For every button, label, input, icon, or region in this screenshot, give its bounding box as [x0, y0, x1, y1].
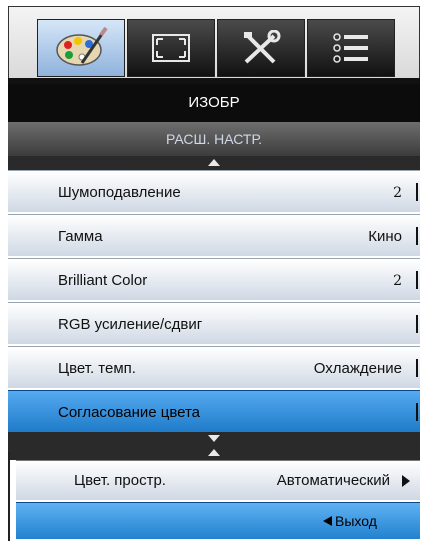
menu-item-value: Охлаждение [313, 360, 402, 377]
submenu-item-value: Автоматический [276, 472, 390, 489]
submenu-item-color-space[interactable]: Цвет. простр. Автоматический [16, 460, 420, 500]
menu-item-color-matching[interactable]: Согласование цвета [8, 390, 420, 432]
slider-marker-icon [416, 359, 418, 377]
menu-item-label: Согласование цвета [58, 404, 201, 421]
page-title: ИЗОБР [8, 84, 420, 122]
list-icon [333, 33, 368, 63]
menu-item-value: 2 [393, 273, 402, 289]
tab-image[interactable] [37, 19, 125, 77]
section-title: РАСШ. НАСТР. [8, 122, 420, 156]
submenu-scroll-up-indicator[interactable] [8, 446, 420, 460]
exit-button[interactable]: Выход [16, 502, 420, 539]
menu-item-color-temp[interactable]: Цвет. темп. Охлаждение [8, 346, 420, 388]
back-arrow-icon [323, 516, 332, 526]
slider-marker-icon [416, 403, 418, 421]
slider-marker-icon [416, 227, 418, 245]
menu-item-brilliant-color[interactable]: Brilliant Color 2 [8, 258, 420, 300]
submenu-item-label: Цвет. простр. [74, 472, 166, 489]
menu-item-label: RGB усиление/сдвиг [58, 316, 203, 333]
menu-item-label: Шумоподавление [58, 184, 181, 201]
slider-marker-icon [416, 315, 418, 333]
chevron-down-icon [208, 435, 220, 442]
tab-options[interactable] [307, 19, 395, 77]
tab-screen[interactable] [127, 19, 215, 77]
chevron-up-icon [208, 449, 220, 456]
submenu-border [8, 452, 10, 541]
exit-label: Выход [335, 513, 377, 529]
slider-marker-icon [416, 271, 418, 289]
chevron-right-icon [402, 475, 410, 487]
menu-item-label: Цвет. темп. [58, 360, 136, 377]
menu-item-gamma[interactable]: Гамма Кино [8, 214, 420, 256]
chevron-up-icon [208, 159, 220, 166]
menu-item-rgb-gain-bias[interactable]: RGB усиление/сдвиг [8, 302, 420, 344]
tab-settings[interactable] [217, 19, 305, 77]
menu-item-label: Гамма [58, 228, 103, 245]
menu-item-label: Brilliant Color [58, 272, 148, 289]
tab-bar [8, 6, 420, 80]
osd-menu: ИЗОБР РАСШ. НАСТР. Шумоподавление 2 Гамм… [0, 0, 428, 541]
screen-resize-icon [152, 34, 190, 62]
menu-item-value: Кино [368, 228, 402, 245]
palette-icon [56, 27, 108, 66]
tools-icon [244, 30, 281, 64]
scroll-down-indicator[interactable] [8, 432, 420, 446]
menu-item-noise-reduction[interactable]: Шумоподавление 2 [8, 170, 420, 212]
menu-item-value: 2 [393, 185, 402, 201]
slider-marker-icon [416, 183, 418, 201]
scroll-up-indicator[interactable] [8, 156, 420, 170]
